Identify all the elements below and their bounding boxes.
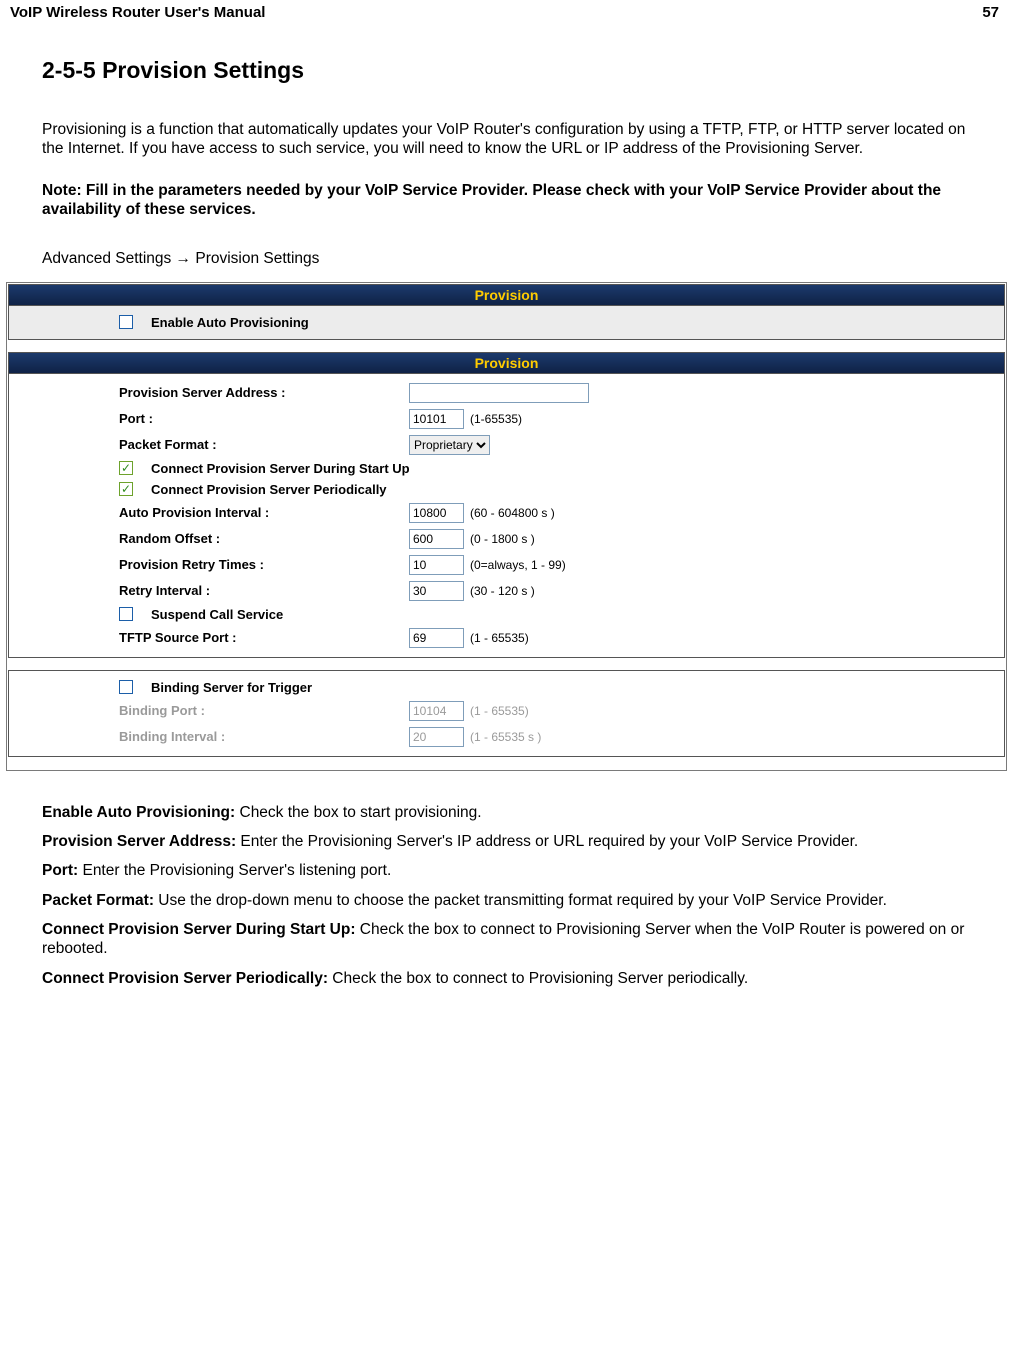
settings-screenshot: Provision ✓ Enable Auto Provisioning Pro…: [6, 282, 1007, 771]
intro-paragraph: Provisioning is a function that automati…: [42, 120, 967, 159]
note-paragraph: Note: Fill in the parameters needed by y…: [42, 181, 967, 220]
panel-provision-main: Provision Provision Server Address : Por…: [8, 352, 1005, 658]
random-offset-label: Random Offset :: [119, 531, 409, 546]
enable-auto-provisioning-checkbox[interactable]: ✓: [119, 315, 133, 329]
binding-port-label: Binding Port :: [119, 703, 409, 718]
retry-interval-input[interactable]: [409, 581, 464, 601]
def-term: Port:: [42, 862, 78, 879]
def-desc: Check the box to connect to Provisioning…: [328, 970, 748, 987]
suspend-call-label: Suspend Call Service: [151, 607, 283, 622]
connect-periodic-label: Connect Provision Server Periodically: [151, 482, 387, 497]
random-offset-hint: (0 - 1800 s ): [470, 532, 535, 546]
retry-times-input[interactable]: [409, 555, 464, 575]
def-item: Enable Auto Provisioning: Check the box …: [42, 803, 967, 822]
def-term: Packet Format:: [42, 892, 154, 909]
def-item: Connect Provision Server Periodically: C…: [42, 969, 967, 988]
port-label: Port :: [119, 411, 409, 426]
def-item: Provision Server Address: Enter the Prov…: [42, 832, 967, 851]
def-item: Packet Format: Use the drop-down menu to…: [42, 891, 967, 910]
port-hint: (1-65535): [470, 412, 522, 426]
def-desc: Check the box to start provisioning.: [235, 804, 481, 821]
binding-interval-label: Binding Interval :: [119, 729, 409, 744]
port-input[interactable]: [409, 409, 464, 429]
binding-trigger-label: Binding Server for Trigger: [151, 680, 312, 695]
def-term: Connect Provision Server During Start Up…: [42, 921, 356, 938]
connect-periodic-checkbox[interactable]: ✓: [119, 482, 133, 496]
tftp-port-hint: (1 - 65535): [470, 631, 529, 645]
panel-header-provision-top: Provision: [9, 285, 1004, 306]
binding-port-hint: (1 - 65535): [470, 704, 529, 718]
def-desc: Enter the Provisioning Server's listenin…: [78, 862, 391, 879]
connect-startup-checkbox[interactable]: ✓: [119, 461, 133, 475]
packet-format-label: Packet Format :: [119, 437, 409, 452]
retry-times-hint: (0=always, 1 - 99): [470, 558, 566, 572]
connect-startup-label: Connect Provision Server During Start Up: [151, 461, 410, 476]
def-term: Provision Server Address:: [42, 833, 236, 850]
tftp-port-label: TFTP Source Port :: [119, 630, 409, 645]
def-term: Enable Auto Provisioning:: [42, 804, 235, 821]
auto-interval-input[interactable]: [409, 503, 464, 523]
def-desc: Use the drop-down menu to choose the pac…: [154, 892, 887, 909]
packet-format-select[interactable]: Proprietary: [409, 435, 490, 455]
binding-trigger-checkbox[interactable]: ✓: [119, 680, 133, 694]
server-address-input[interactable]: [409, 383, 589, 403]
def-desc: Enter the Provisioning Server's IP addre…: [236, 833, 858, 850]
panel-provision-top: Provision ✓ Enable Auto Provisioning: [8, 284, 1005, 340]
binding-port-input: [409, 701, 464, 721]
page-header: VoIP Wireless Router User's Manual 57: [0, 0, 1009, 27]
def-item: Connect Provision Server During Start Up…: [42, 920, 967, 959]
tftp-port-input[interactable]: [409, 628, 464, 648]
server-address-label: Provision Server Address :: [119, 385, 409, 400]
retry-interval-hint: (30 - 120 s ): [470, 584, 535, 598]
suspend-call-checkbox[interactable]: ✓: [119, 607, 133, 621]
panel-binding: ✓ Binding Server for Trigger Binding Por…: [8, 670, 1005, 757]
auto-interval-hint: (60 - 604800 s ): [470, 506, 555, 520]
retry-interval-label: Retry Interval :: [119, 583, 409, 598]
def-term: Connect Provision Server Periodically:: [42, 970, 328, 987]
manual-title: VoIP Wireless Router User's Manual: [10, 4, 265, 21]
enable-auto-provisioning-label: Enable Auto Provisioning: [151, 315, 309, 330]
def-item: Port: Enter the Provisioning Server's li…: [42, 861, 967, 880]
definitions-list: Enable Auto Provisioning: Check the box …: [42, 803, 967, 989]
section-title: 2-5-5 Provision Settings: [42, 57, 967, 84]
retry-times-label: Provision Retry Times :: [119, 557, 409, 572]
panel-header-provision-main: Provision: [9, 353, 1004, 374]
auto-interval-label: Auto Provision Interval :: [119, 505, 409, 520]
binding-interval-hint: (1 - 65535 s ): [470, 730, 541, 744]
binding-interval-input: [409, 727, 464, 747]
random-offset-input[interactable]: [409, 529, 464, 549]
breadcrumb: Advanced Settings → Provision Settings: [42, 250, 967, 268]
page-number: 57: [982, 4, 999, 21]
